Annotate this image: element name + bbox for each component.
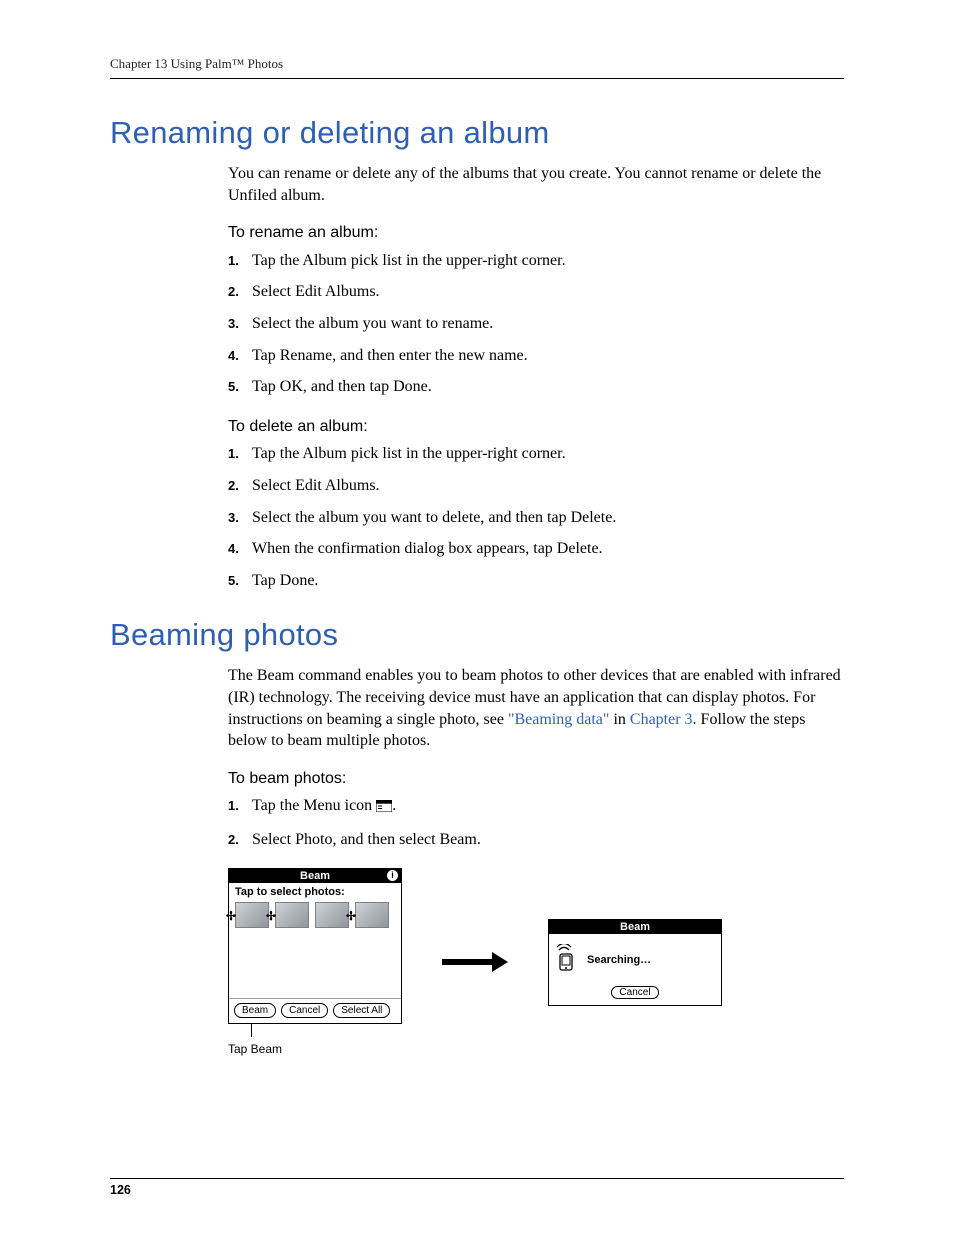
cancel-button[interactable]: Cancel [281,1003,328,1018]
step-text: Tap Rename, and then enter the new name. [252,345,844,367]
step-number: 3. [228,509,252,527]
step-text: Select the album you want to rename. [252,313,844,335]
plus-icon: ✢ [266,909,276,923]
step-text: Tap OK, and then tap Done. [252,376,844,398]
page: Chapter 13 Using Palm™ Photos Renaming o… [0,0,954,1235]
section2-body: The Beam command enables you to beam pho… [228,665,844,850]
status-text: Searching… [587,954,651,966]
subhead-beam: To beam photos: [228,768,844,790]
section2-intro: The Beam command enables you to beam pho… [228,665,844,751]
step-text: Select Photo, and then select Beam. [252,829,844,851]
step-number: 2. [228,283,252,301]
dialog-button-row: Cancel [549,986,721,1005]
dialog-body: Searching… [549,934,721,986]
steps-rename: 1.Tap the Album pick list in the upper-r… [228,250,844,398]
step-text: Tap the Menu icon . [252,795,844,819]
select-all-button[interactable]: Select All [333,1003,390,1018]
photo-thumbnails: ✢ ✢ ✢ [229,900,401,998]
dialog-button-row: Beam Cancel Select All [229,998,401,1023]
heading-beaming: Beaming photos [110,617,844,653]
figure-caption: Tap Beam [228,1042,402,1056]
step-number: 1. [228,445,252,463]
palm-titlebar: Beam [549,920,721,934]
step-text: Select Edit Albums. [252,475,844,497]
page-number: 126 [110,1178,844,1197]
photo-thumb[interactable]: ✢ [275,902,309,928]
callout-tick [251,1023,252,1037]
step-text: Tap Done. [252,570,844,592]
photo-thumb[interactable]: ✢ [235,902,269,928]
step-number: 5. [228,378,252,396]
heading-renaming: Renaming or deleting an album [110,115,844,151]
step-text: Tap the Album pick list in the upper-rig… [252,250,844,272]
running-header: Chapter 13 Using Palm™ Photos [110,56,844,79]
step-text-pre: Tap the Menu icon [252,797,376,814]
cancel-button[interactable]: Cancel [611,986,658,999]
photo-thumb[interactable] [315,902,349,928]
step-text-post: . [392,797,396,814]
palm-dialog-beam-searching: Beam Searching… Cancel [548,919,722,1006]
link-beaming-data[interactable]: "Beaming data" [508,711,609,728]
step-number: 3. [228,315,252,333]
dialog-subhead: Tap to select photos: [229,883,401,900]
palm-dialog-beam-picker: Beam i Tap to select photos: ✢ ✢ ✢ Beam … [228,868,402,1024]
steps-delete: 1.Tap the Album pick list in the upper-r… [228,443,844,591]
step-text: Select the album you want to delete, and… [252,507,844,529]
step-number: 1. [228,252,252,270]
link-chapter3[interactable]: Chapter 3 [630,711,693,728]
subhead-rename: To rename an album: [228,222,844,244]
intro-text: in [609,711,629,728]
dialog-title: Beam [620,921,650,933]
step-text: Tap the Album pick list in the upper-rig… [252,443,844,465]
step-text: When the confirmation dialog box appears… [252,538,844,560]
info-icon[interactable]: i [387,870,398,881]
subhead-delete: To delete an album: [228,416,844,438]
step-text: Select Edit Albums. [252,281,844,303]
figure-row: Beam i Tap to select photos: ✢ ✢ ✢ Beam … [228,868,844,1056]
figure-beam-picker: Beam i Tap to select photos: ✢ ✢ ✢ Beam … [228,868,402,1056]
step-number: 4. [228,540,252,558]
menu-icon [376,797,392,819]
steps-beam: 1. Tap the Menu icon . 2. Select P [228,795,844,850]
step-number: 2. [228,477,252,495]
plus-icon: ✢ [346,909,356,923]
section1-body: You can rename or delete any of the albu… [228,163,844,591]
section1-intro: You can rename or delete any of the albu… [228,163,844,206]
step-number: 1. [228,797,252,815]
palm-titlebar: Beam i [229,869,401,883]
step-number: 5. [228,572,252,590]
step-number: 4. [228,347,252,365]
beam-button[interactable]: Beam [234,1003,276,1018]
dialog-title: Beam [300,870,330,882]
plus-icon: ✢ [226,909,236,923]
arrow-icon [442,952,508,972]
step-number: 2. [228,831,252,849]
photo-thumb[interactable]: ✢ [355,902,389,928]
beam-icon [557,944,579,975]
